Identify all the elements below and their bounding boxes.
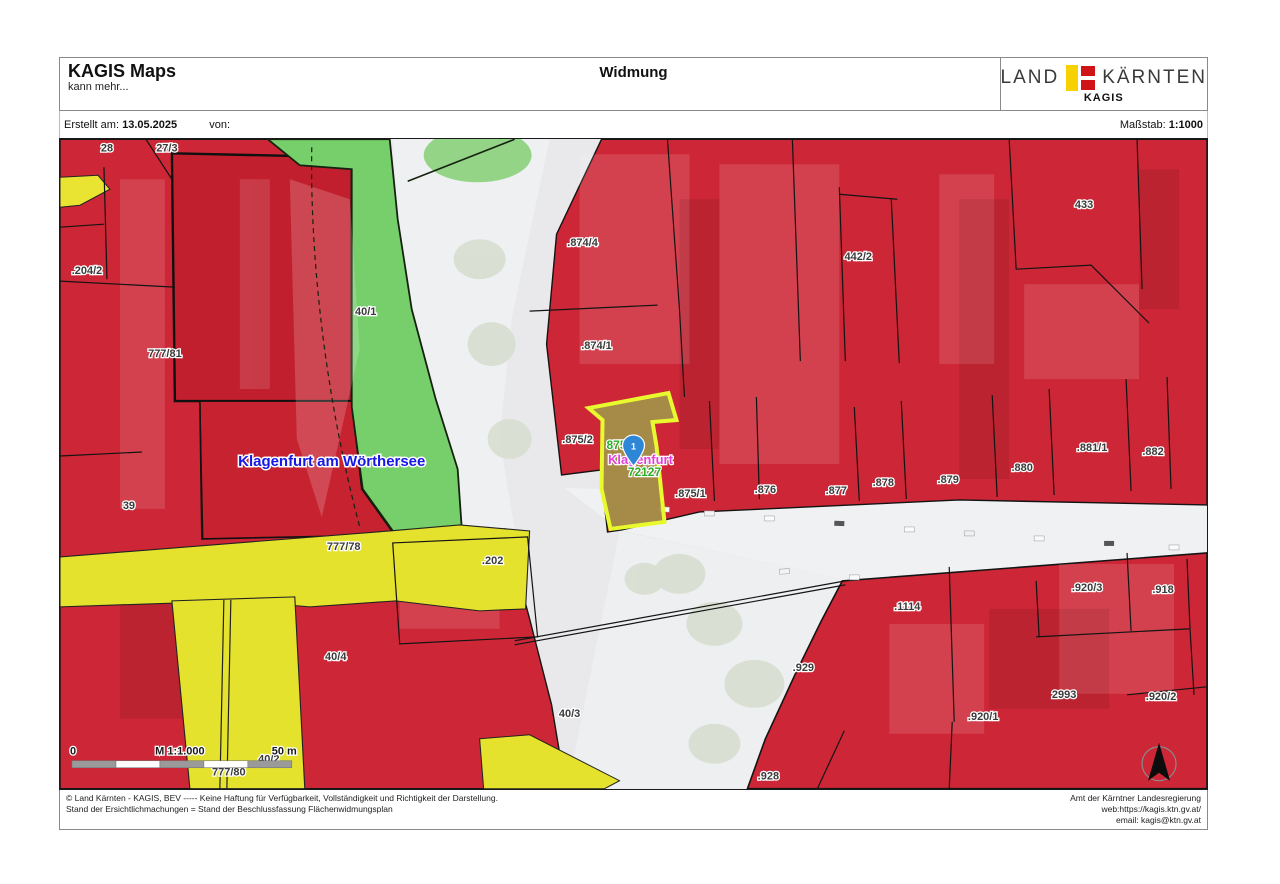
disclaimer-line1: © Land Kärnten - KAGIS, BEV ----- Keine … — [66, 793, 498, 804]
parcel-label: 40/1 — [355, 306, 376, 318]
kagis-print-page: KAGIS Maps kann mehr... Widmung LAND KÄR… — [0, 0, 1280, 884]
parcel-label: .882 — [1142, 446, 1163, 458]
parcel-label: 777/80 — [212, 767, 246, 779]
parcel-label: .879 — [938, 474, 959, 486]
parcel-label: .929 — [793, 662, 814, 674]
scale-value: 1:1000 — [1169, 119, 1203, 131]
parcel-label: 40/4 — [325, 651, 347, 663]
app-subtitle: kann mehr... — [68, 81, 368, 93]
marker-number: 1 — [631, 442, 636, 452]
parcel-label: .928 — [758, 771, 779, 783]
scalebar-zero: 0 — [70, 746, 76, 758]
parcel-label: .875/2 — [562, 434, 593, 446]
parcel-label: 442/2 — [845, 251, 873, 263]
parcel-label: .918 — [1152, 584, 1173, 596]
created-date: 13.05.2025 — [122, 119, 177, 131]
parcel-label: .1114 — [894, 601, 921, 613]
parcel-label: 777/81 — [148, 348, 182, 360]
parcel-label: 39 — [123, 500, 135, 512]
scale-label: Maßstab: — [1120, 119, 1166, 131]
footer-disclaimer: © Land Kärnten - KAGIS, BEV ----- Keine … — [66, 793, 498, 826]
road-yellow-vertical — [172, 597, 305, 789]
place-label: Klagenfurt am Wörthersee — [238, 453, 425, 470]
contact-email: email: kagis@ktn.gv.at — [1070, 815, 1201, 826]
contact-authority: Amt der Kärntner Landesregierung — [1070, 793, 1201, 804]
parcel-label: 2993 — [1052, 689, 1076, 701]
parcel-label: .877 — [826, 485, 847, 497]
parcel-label: .874/1 — [581, 340, 612, 352]
parcel-label: 777/78 — [327, 541, 361, 553]
footer-contact: Amt der Kärntner Landesregierung web:htt… — [1070, 793, 1201, 826]
disclaimer-line2: Stand der Ersichtlichmachungen = Stand d… — [66, 804, 498, 815]
parcel-label: 27/3 — [156, 142, 177, 154]
header: KAGIS Maps kann mehr... Widmung LAND KÄR… — [59, 57, 1208, 111]
parcel-label: 433 — [1075, 199, 1093, 211]
parcel-label: .874/4 — [567, 237, 598, 249]
app-title: KAGIS Maps — [68, 61, 368, 81]
parcel-label: .920/1 — [968, 711, 999, 723]
land-kaernten-bars-icon — [1066, 65, 1095, 91]
logo-word-land: LAND — [1001, 67, 1060, 89]
zoning-map: 28 27/3 .204/2 777/81 40/1 39 Klagenfurt am Wö… — [60, 139, 1207, 789]
created-label: Erstellt am: — [64, 119, 119, 131]
land-kaernten-logo: LAND KÄRNTEN KAGIS — [1000, 58, 1207, 110]
footer: © Land Kärnten - KAGIS, BEV ----- Keine … — [59, 790, 1208, 830]
parcel-label: .881/1 — [1077, 442, 1108, 454]
scale-info: Maßstab: 1:1000 — [1120, 119, 1203, 131]
app-branding: KAGIS Maps kann mehr... — [60, 58, 376, 110]
print-sheet: KAGIS Maps kann mehr... Widmung LAND KÄR… — [59, 57, 1208, 830]
scalebar-max: 50 m — [272, 746, 297, 758]
parcel-label: .880 — [1011, 462, 1032, 474]
created-info: Erstellt am: 13.05.2025 von: — [64, 119, 230, 131]
parcel-label: .920/3 — [1072, 582, 1103, 594]
parcel-label: .878 — [873, 477, 894, 489]
parcel-label: .876 — [755, 484, 776, 496]
contact-web: web:https://kagis.ktn.gv.at/ — [1070, 804, 1201, 815]
parcel-label: 40/3 — [559, 708, 580, 720]
logo-kagis-label: KAGIS — [1084, 92, 1124, 104]
parcel-label: 28 — [101, 142, 113, 154]
created-by-label: von: — [209, 119, 230, 131]
parcel-label: .875/1 — [675, 488, 706, 500]
scalebar-scale: M 1:1.000 — [155, 746, 204, 758]
map-viewport[interactable]: 28 27/3 .204/2 777/81 40/1 39 Klagenfurt am Wö… — [59, 138, 1208, 790]
parcel-label: .204/2 — [72, 265, 103, 277]
logo-word-kaernten: KÄRNTEN — [1102, 67, 1207, 89]
parcel-label: .920/2 — [1146, 691, 1177, 703]
parcel-label: 72127 — [628, 465, 662, 479]
meta-bar: Erstellt am: 13.05.2025 von: Maßstab: 1:… — [59, 111, 1208, 138]
parcel-label: .202 — [482, 555, 503, 567]
